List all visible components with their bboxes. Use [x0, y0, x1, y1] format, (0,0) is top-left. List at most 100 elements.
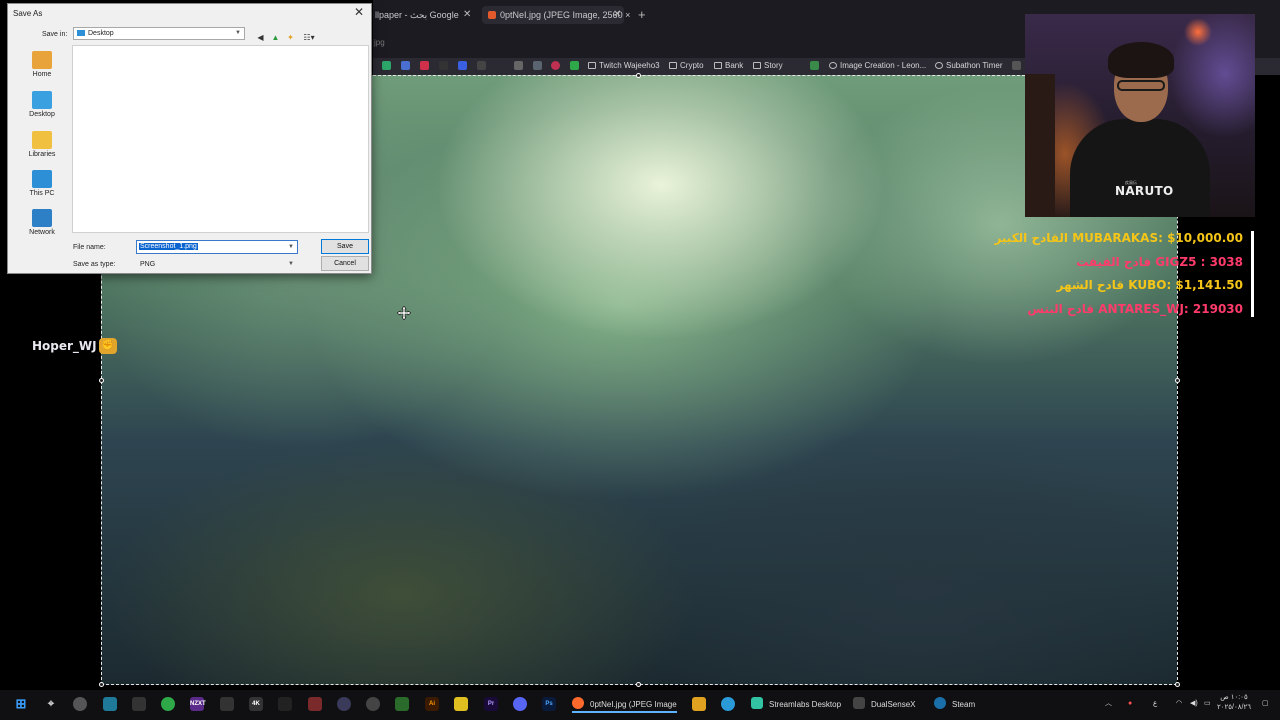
selection-handle[interactable]	[99, 378, 104, 383]
bookmark-twitch[interactable]: Twitch Wajeeho3	[588, 60, 660, 71]
terminal-icon[interactable]	[278, 697, 292, 711]
save-in-dropdown[interactable]: Desktop ▼	[73, 27, 245, 40]
site-icon	[829, 62, 837, 69]
file-explorer-icon[interactable]	[692, 697, 706, 711]
app-icon[interactable]	[337, 697, 351, 711]
illustrator-icon[interactable]: Ai	[425, 697, 439, 711]
place-libraries[interactable]: Libraries	[12, 131, 72, 158]
bookmark-image-creation[interactable]: Image Creation - Leon...	[829, 60, 926, 71]
app-icon[interactable]	[220, 697, 234, 711]
place-network[interactable]: Network	[12, 209, 72, 236]
selection-handle[interactable]	[99, 682, 104, 687]
4k-icon[interactable]: 4K	[249, 697, 263, 711]
bookmark-icon[interactable]	[382, 61, 391, 70]
start-icon[interactable]: ⊞	[14, 697, 28, 711]
bookmark-icon[interactable]	[551, 61, 560, 70]
taskbar-app-label: Steam	[952, 700, 976, 709]
input-language[interactable]: ع	[1153, 697, 1157, 711]
save-type-dropdown[interactable]: PNG ▼	[136, 258, 298, 271]
chat-username: Hoper_WJ	[32, 339, 97, 353]
save-in-value: Desktop	[88, 30, 114, 37]
place-desktop[interactable]: Desktop	[12, 91, 72, 118]
bookmark-story[interactable]: Story	[753, 60, 783, 71]
xbox-icon[interactable]	[161, 697, 175, 711]
place-label: Desktop	[29, 111, 55, 118]
bookmark-label: Bank	[725, 61, 744, 70]
app-icon[interactable]	[103, 697, 117, 711]
home-icon	[32, 51, 52, 69]
firefox-tab-icon	[488, 11, 496, 19]
place-home[interactable]: Home	[12, 51, 72, 78]
desktop-icon	[32, 91, 52, 109]
notification-icon[interactable]: ▢	[1262, 697, 1269, 711]
close-tab-icon[interactable]: ✕	[463, 6, 471, 24]
bookmark-icon[interactable]	[570, 61, 579, 70]
save-button[interactable]: Save	[321, 239, 369, 254]
taskbar-app-streamlabs[interactable]: Streamlabs Desktop	[751, 697, 841, 713]
show-hidden-icons-icon[interactable]: ︿	[1105, 697, 1112, 711]
premiere-icon[interactable]: Pr	[484, 697, 498, 711]
tab-google-search[interactable]: llpaper - بحث Google	[375, 6, 459, 24]
taskbar-app-steam[interactable]: Steam	[934, 697, 975, 713]
up-folder-icon[interactable]: ▲	[270, 32, 281, 43]
new-folder-icon[interactable]: ✦	[285, 32, 296, 43]
close-icon[interactable]: ✕	[352, 5, 366, 19]
file-name-input[interactable]: Screenshot_1.png ▼	[136, 240, 298, 254]
taskbar-app-label: 0ptNeI.jpg (JPEG Image	[590, 700, 677, 709]
bookmark-icon[interactable]	[1012, 61, 1021, 70]
dualsensex-icon	[853, 697, 865, 709]
back-icon[interactable]: ◀	[255, 32, 266, 43]
bookmark-label: Twitch Wajeeho3	[599, 61, 660, 70]
volume-icon[interactable]: ◀)	[1190, 697, 1198, 711]
selection-handle[interactable]	[636, 682, 641, 687]
selection-handle[interactable]	[1175, 682, 1180, 687]
bookmark-icon[interactable]	[810, 61, 819, 70]
battery-icon[interactable]: ▭	[1204, 697, 1211, 711]
place-label: Home	[32, 71, 52, 78]
discord-icon[interactable]	[513, 697, 527, 711]
bookmark-icon[interactable]	[401, 61, 410, 70]
settings-icon[interactable]	[366, 697, 380, 711]
cancel-button[interactable]: Cancel	[321, 256, 369, 271]
bookmark-icon[interactable]	[420, 61, 429, 70]
taskbar-app-firefox[interactable]: 0ptNeI.jpg (JPEG Image	[572, 697, 677, 713]
bookmark-icon[interactable]	[533, 61, 542, 70]
selection-handle[interactable]	[636, 73, 641, 78]
view-menu-icon[interactable]: ☷▾	[301, 32, 317, 43]
obs-icon[interactable]	[73, 697, 87, 711]
computer-icon	[32, 170, 52, 188]
bookmark-icon[interactable]	[514, 61, 523, 70]
location-icon[interactable]: ⌖	[44, 697, 58, 711]
bookmark-subathon-timer[interactable]: Subathon Timer	[935, 60, 1002, 71]
leaderboard-top-donor: القادح الكبير MUBARAKAS: $10,000.00	[994, 231, 1243, 245]
bookmark-label: Image Creation - Leon...	[840, 61, 927, 70]
new-tab-icon[interactable]: +	[638, 6, 646, 24]
calculator-icon[interactable]	[132, 697, 146, 711]
app-icon[interactable]	[308, 697, 322, 711]
dialog-title: Save As	[13, 9, 43, 18]
chart-icon[interactable]	[395, 697, 409, 711]
taskbar-app-dualsensex[interactable]: DualSenseX	[853, 697, 915, 713]
webcam-feed: 疾風伝 NARUTO	[1025, 14, 1255, 217]
telegram-icon[interactable]	[721, 697, 735, 711]
selection-handle[interactable]	[1175, 378, 1180, 383]
bookmark-icon[interactable]	[439, 61, 448, 70]
bookmark-icon[interactable]	[458, 61, 467, 70]
bookmark-bank[interactable]: Bank	[714, 60, 743, 71]
wifi-icon[interactable]: ◠	[1176, 697, 1182, 711]
network-icon	[32, 209, 52, 227]
photoshop-icon[interactable]: Ps	[542, 697, 556, 711]
bookmark-icon[interactable]	[477, 61, 486, 70]
file-list[interactable]	[72, 45, 369, 233]
firefox-icon	[572, 697, 584, 709]
tab-jpeg-image[interactable]: 0ptNeI.jpg (JPEG Image, 2560 ×	[482, 6, 630, 24]
taskbar-app-label: DualSenseX	[871, 700, 916, 709]
save-type-label: Save as type:	[73, 261, 116, 268]
microphone-icon[interactable]: ●	[1128, 697, 1132, 711]
bookmark-crypto[interactable]: Crypto	[669, 60, 704, 71]
system-clock[interactable]: ١٠:٠٥ ص ٢٠٢٥/٠٨/٢٦	[1214, 693, 1254, 713]
sticky-notes-icon[interactable]	[454, 697, 468, 711]
nzxt-icon[interactable]: NZXT	[190, 697, 206, 711]
place-this-pc[interactable]: This PC	[12, 170, 72, 197]
close-tab-icon[interactable]: ✕	[613, 6, 621, 24]
